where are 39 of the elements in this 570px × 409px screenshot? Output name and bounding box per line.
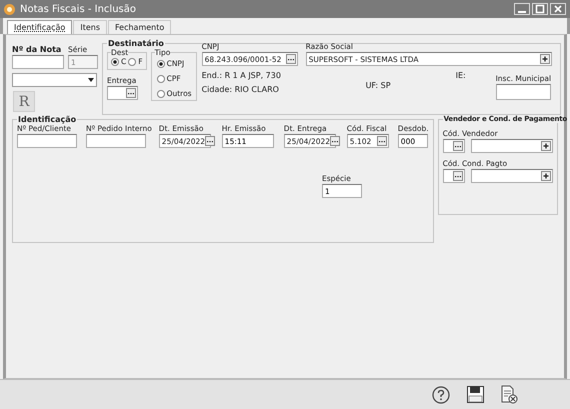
ellipsis-icon[interactable] (453, 141, 464, 151)
ellipsis-icon[interactable] (330, 136, 340, 146)
field-label: Nº da Nota (12, 45, 62, 54)
save-icon[interactable] (467, 386, 484, 403)
tab[interactable]: Identificação (7, 20, 72, 34)
input-field[interactable] (471, 139, 553, 153)
address-text: End.: R 1 A JSP, 730 (202, 71, 282, 80)
city-text: Cidade: RIO CLARO (202, 85, 280, 94)
window-title: Notas Fiscais - Inclusão (20, 4, 136, 14)
close-icon[interactable] (550, 3, 566, 15)
plus-icon[interactable] (541, 141, 551, 151)
ellipsis-icon[interactable] (286, 54, 296, 64)
state-text: UF: SP (366, 81, 392, 90)
input-field[interactable] (12, 55, 64, 69)
tab[interactable]: Itens (73, 20, 107, 34)
ellipsis-icon[interactable] (205, 136, 216, 146)
input-field[interactable] (86, 134, 146, 148)
input-field[interactable] (442, 169, 466, 183)
r-button[interactable]: R (13, 91, 35, 112)
input-field[interactable] (442, 139, 466, 153)
plus-icon[interactable] (541, 171, 551, 181)
cancel-document-icon[interactable] (501, 385, 518, 404)
input-field[interactable] (471, 169, 553, 183)
help-icon[interactable] (432, 386, 450, 404)
plus-icon[interactable] (540, 54, 550, 64)
app-icon (4, 4, 15, 14)
group-title: Identificação (17, 115, 78, 124)
input-field[interactable] (17, 134, 77, 148)
tab[interactable]: Fechamento (108, 20, 172, 34)
ellipsis-icon[interactable] (376, 136, 387, 146)
maximize-icon[interactable] (532, 3, 548, 15)
ellipsis-icon[interactable] (126, 88, 136, 98)
input-field[interactable] (107, 86, 138, 100)
group-title: Destinatário (107, 39, 165, 48)
input-field[interactable] (496, 84, 551, 100)
ie-label: IE: (456, 71, 467, 80)
dropdown-arrow-icon[interactable] (87, 76, 95, 84)
minimize-icon[interactable] (514, 3, 530, 15)
ellipsis-icon[interactable] (453, 171, 464, 181)
